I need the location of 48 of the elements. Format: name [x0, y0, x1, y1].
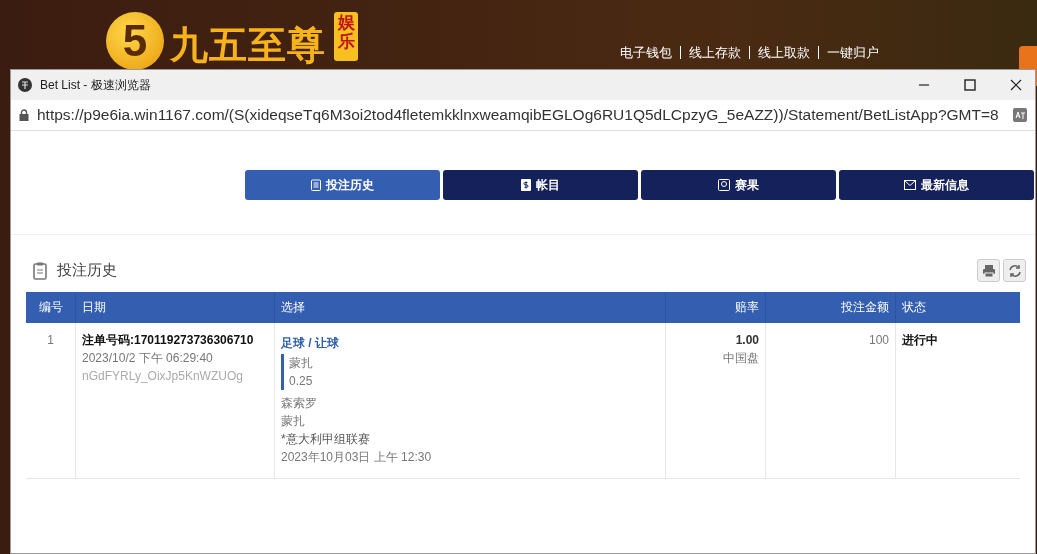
- column-header: 投注金额: [765, 292, 896, 323]
- pick-team: 蒙扎: [289, 355, 314, 372]
- section-title: 投注历史: [57, 261, 117, 280]
- away-team: 蒙扎: [281, 413, 306, 430]
- tab[interactable]: 赛果: [641, 170, 836, 200]
- refresh-icon: [1007, 263, 1022, 278]
- translate-icon[interactable]: [1013, 108, 1027, 122]
- printer-icon: [981, 263, 996, 278]
- url-field[interactable]: https://p9e6ia.win1167.com/(S(xideqseTq6M3oi2tod4fletemkklnxweamqibEGLOg6RU1Q5dLCpzyG_5eAZZ))/Statement/BetListApp?GMT=8: [37, 106, 1005, 124]
- bet-code: nGdFYRLy_OixJp5KnWZUOg: [82, 368, 244, 385]
- logo-mark: 5: [106, 12, 164, 70]
- row-number: 1: [47, 333, 54, 347]
- clipboard-icon: [311, 179, 321, 191]
- logo-text: 九五至尊: [170, 23, 326, 68]
- status-text: 进行中: [902, 333, 938, 347]
- column-header: 选择: [274, 292, 666, 323]
- envelope-icon: [904, 180, 916, 190]
- handicap-value: 0.25: [289, 373, 314, 390]
- nav-link[interactable]: 线上取款: [749, 46, 818, 59]
- stake-amount: 100: [868, 333, 889, 347]
- column-header: 状态: [895, 292, 1020, 323]
- column-header: 日期: [75, 292, 275, 323]
- app-icon: [18, 78, 32, 92]
- maximize-icon[interactable]: [964, 79, 976, 91]
- tab[interactable]: 投注历史: [245, 170, 440, 200]
- close-icon[interactable]: [1010, 79, 1022, 91]
- nav-link[interactable]: 线上存款: [680, 46, 749, 59]
- nav-link[interactable]: 电子钱包: [612, 46, 680, 59]
- print-button[interactable]: [977, 259, 1000, 282]
- league-name: *意大利甲组联赛: [281, 431, 371, 448]
- logo-badge: 娱乐: [334, 12, 358, 62]
- clipboard-icon: [33, 261, 47, 280]
- window-title: Bet List - 极速浏览器: [40, 76, 151, 94]
- match-time: 2023年10月03日 上午 12:30: [281, 449, 433, 466]
- column-header: 编号: [26, 292, 76, 323]
- tab[interactable]: 帐目: [443, 170, 638, 200]
- ticket-number: 注单号码:170119273736306710: [82, 332, 255, 349]
- odds-value: 1.00: [734, 332, 759, 349]
- nav-link[interactable]: 一键归户: [818, 46, 887, 59]
- column-header: 赔率: [665, 292, 766, 323]
- market-label: 足球 / 让球: [281, 335, 340, 352]
- bet-time: 2023/10/2 下午 06:29:40: [82, 350, 214, 367]
- tab[interactable]: 最新信息: [839, 170, 1034, 200]
- lock-icon: [19, 109, 29, 121]
- home-team: 森索罗: [281, 395, 318, 412]
- odds-type: 中国盘: [722, 350, 759, 367]
- ledger-icon: [521, 179, 531, 191]
- refresh-button[interactable]: [1003, 259, 1026, 282]
